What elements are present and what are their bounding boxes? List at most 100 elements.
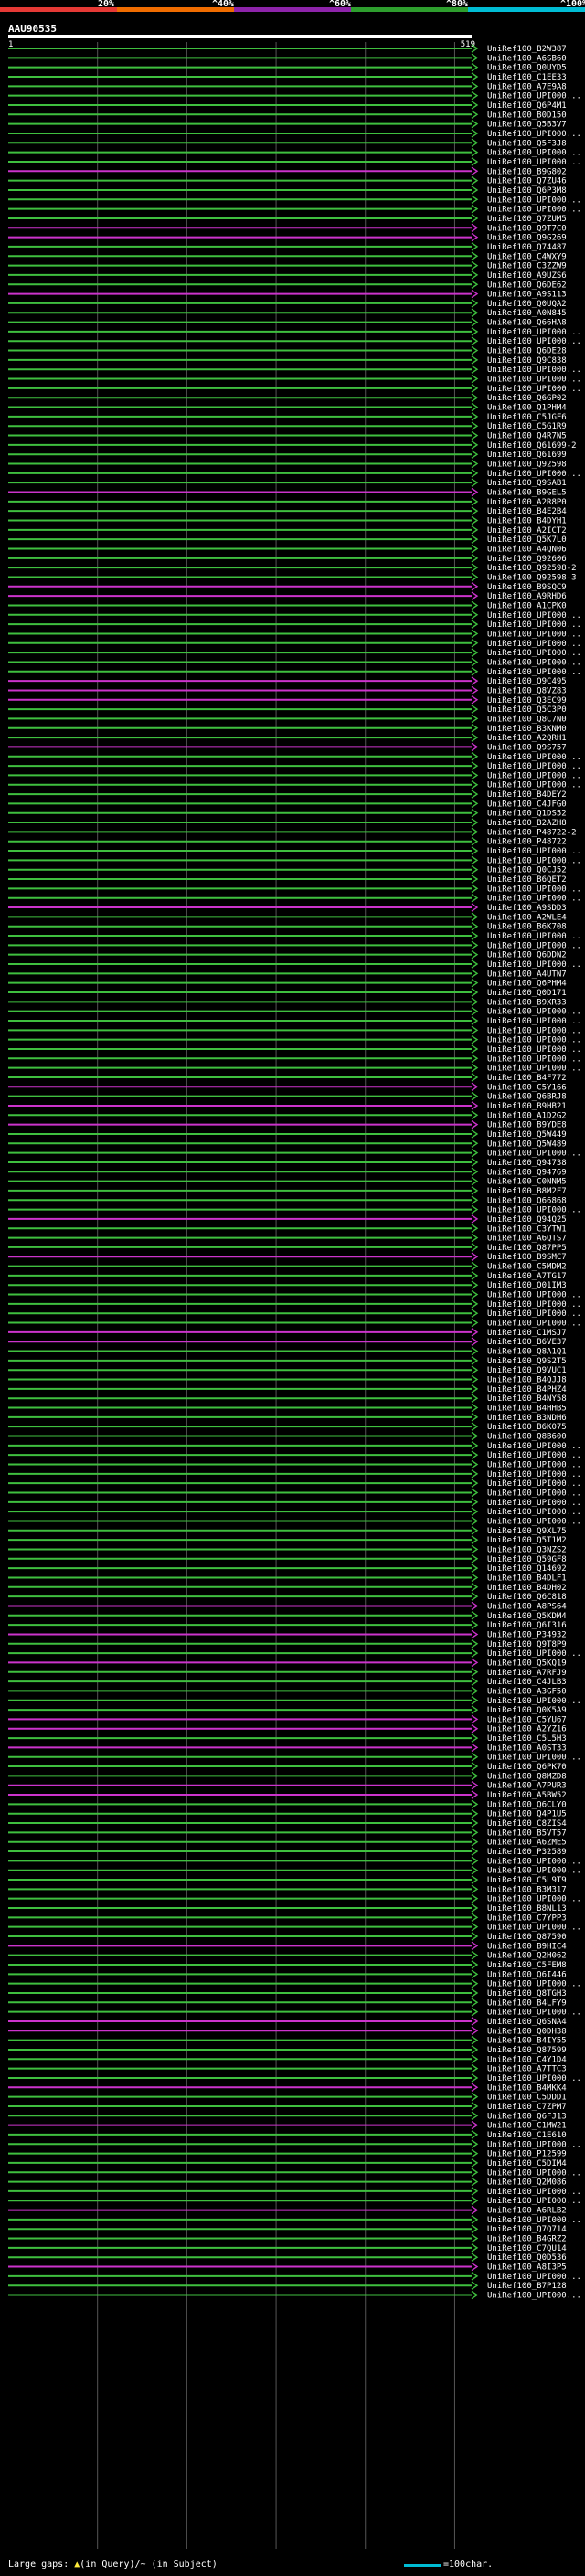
hit-label[interactable]: UniRef100_UPI000...	[487, 385, 581, 394]
hit-label[interactable]: UniRef100_A5BW52	[487, 1791, 567, 1800]
hit-label[interactable]: UniRef100_Q61699	[487, 451, 567, 460]
hit-label[interactable]: UniRef100_Q0D536	[487, 2253, 567, 2263]
hit-label[interactable]: UniRef100_C0NNM5	[487, 1178, 567, 1187]
hit-label[interactable]: UniRef100_Q6CLY0	[487, 1800, 567, 1809]
hit-label[interactable]: UniRef100_C5MDM2	[487, 1263, 567, 1272]
hit-label[interactable]: UniRef100_P48722	[487, 838, 567, 847]
hit-label[interactable]: UniRef100_A6RLB2	[487, 2207, 567, 2216]
hit-label[interactable]: UniRef100_B4DYH1	[487, 517, 567, 526]
hit-label[interactable]: UniRef100_UPI000...	[487, 376, 581, 385]
hit-label[interactable]: UniRef100_UPI000...	[487, 1895, 581, 1904]
hit-label[interactable]: UniRef100_B6VE37	[487, 1338, 567, 1347]
hit-label[interactable]: UniRef100_Q0UYD5	[487, 64, 567, 73]
hit-label[interactable]: UniRef100_UPI000...	[487, 762, 581, 771]
hit-label[interactable]: UniRef100_UPI000...	[487, 1309, 581, 1319]
hit-label[interactable]: UniRef100_B4F772	[487, 1074, 567, 1083]
hit-label[interactable]: UniRef100_UPI000...	[487, 1451, 581, 1460]
hit-label[interactable]: UniRef100_UPI000...	[487, 1008, 581, 1017]
hit-label[interactable]: UniRef100_B4IY55	[487, 2037, 567, 2046]
hit-label[interactable]: UniRef100_UPI000...	[487, 941, 581, 950]
hit-label[interactable]: UniRef100_Q5T1M2	[487, 1536, 567, 1545]
hit-label[interactable]: UniRef100_UPI000...	[487, 1036, 581, 1045]
hit-label[interactable]: UniRef100_UPI000...	[487, 149, 581, 158]
hit-label[interactable]: UniRef100_B2AZH8	[487, 819, 567, 828]
hit-label[interactable]: UniRef100_UPI000...	[487, 932, 581, 941]
hit-label[interactable]: UniRef100_P48722-2	[487, 828, 577, 837]
hit-label[interactable]: UniRef100_B4DEY2	[487, 790, 567, 800]
hit-label[interactable]: UniRef100_Q6DDN2	[487, 951, 567, 960]
hit-label[interactable]: UniRef100_Q5W489	[487, 1140, 567, 1149]
hit-label[interactable]: UniRef100_A0N845	[487, 309, 567, 318]
hit-label[interactable]: UniRef100_Q8TGH3	[487, 1989, 567, 1998]
hit-label[interactable]: UniRef100_UPI000...	[487, 1924, 581, 1933]
hit-label[interactable]: UniRef100_Q0DH38	[487, 2027, 567, 2036]
hit-label[interactable]: UniRef100_B9HB21	[487, 1102, 567, 1111]
hit-label[interactable]: UniRef100_UPI000...	[487, 640, 581, 649]
hit-label[interactable]: UniRef100_UPI000...	[487, 781, 581, 790]
hit-label[interactable]: UniRef100_Q2M086	[487, 2178, 567, 2188]
hit-label[interactable]: UniRef100_Q6BRJ8	[487, 1093, 567, 1102]
hit-label[interactable]: UniRef100_Q14692	[487, 1564, 567, 1574]
hit-label[interactable]: UniRef100_B9YDE8	[487, 1121, 567, 1130]
hit-label[interactable]: UniRef100_UPI000...	[487, 2216, 581, 2225]
hit-label[interactable]: UniRef100_C4JFG0	[487, 800, 567, 809]
hit-label[interactable]: UniRef100_A6QTS7	[487, 1235, 567, 1244]
hit-label[interactable]: UniRef100_C5L9T9	[487, 1876, 567, 1885]
hit-label[interactable]: UniRef100_UPI000...	[487, 2168, 581, 2178]
hit-label[interactable]: UniRef100_B4NY58	[487, 1394, 567, 1404]
hit-label[interactable]: UniRef100_Q9VUC1	[487, 1366, 567, 1375]
hit-label[interactable]: UniRef100_Q92598-2	[487, 564, 577, 573]
hit-label[interactable]: UniRef100_C1MSJ7	[487, 1329, 567, 1338]
hit-label[interactable]: UniRef100_UPI000...	[487, 2188, 581, 2197]
hit-label[interactable]: UniRef100_UPI000...	[487, 611, 581, 620]
hit-label[interactable]: UniRef100_Q1PHM4	[487, 404, 567, 413]
hit-label[interactable]: UniRef100_B5VT57	[487, 1829, 567, 1838]
hit-label[interactable]: UniRef100_C5G1R9	[487, 422, 567, 431]
hit-label[interactable]: UniRef100_A2ICT2	[487, 526, 567, 535]
hit-label[interactable]: UniRef100_UPI000...	[487, 1489, 581, 1498]
hit-label[interactable]: UniRef100_Q5B3V7	[487, 121, 567, 130]
hit-label[interactable]: UniRef100_A7E9A8	[487, 82, 567, 91]
hit-label[interactable]: UniRef100_Q87590	[487, 1933, 567, 1942]
hit-label[interactable]: UniRef100_C7ZPM7	[487, 2103, 567, 2112]
hit-label[interactable]: UniRef100_Q6DE62	[487, 281, 567, 290]
hit-label[interactable]: UniRef100_B9SQC9	[487, 583, 567, 592]
hit-label[interactable]: UniRef100_UPI000...	[487, 1508, 581, 1517]
hit-label[interactable]: UniRef100_Q6P4M1	[487, 101, 567, 111]
hit-label[interactable]: UniRef100_Q5C3P0	[487, 705, 567, 715]
hit-label[interactable]: UniRef100_Q8C7N0	[487, 715, 567, 724]
hit-label[interactable]: UniRef100_C7QU14	[487, 2244, 567, 2253]
hit-label[interactable]: UniRef100_Q87599	[487, 2046, 567, 2055]
hit-label[interactable]: UniRef100_A0ST33	[487, 1744, 567, 1753]
hit-label[interactable]: UniRef100_B4E2B4	[487, 507, 567, 516]
hit-label[interactable]: UniRef100_A2QRH1	[487, 734, 567, 743]
hit-label[interactable]: UniRef100_B3M317	[487, 1885, 567, 1894]
hit-label[interactable]: UniRef100_C5FEM8	[487, 1961, 567, 1970]
hit-label[interactable]: UniRef100_A4UTN7	[487, 970, 567, 979]
hit-label[interactable]: UniRef100_B8M2F7	[487, 1187, 567, 1196]
hit-label[interactable]: UniRef100_Q7Q714	[487, 2225, 567, 2234]
hit-label[interactable]: UniRef100_B9XR33	[487, 998, 567, 1007]
hit-label[interactable]: UniRef100_UPI000...	[487, 1150, 581, 1159]
hit-label[interactable]: UniRef100_B4QJJ8	[487, 1376, 567, 1385]
hit-label[interactable]: UniRef100_UPI000...	[487, 1697, 581, 1706]
hit-label[interactable]: UniRef100_Q61699-2	[487, 441, 577, 451]
hit-label[interactable]: UniRef100_Q87PP5	[487, 1244, 567, 1253]
hit-label[interactable]: UniRef100_Q92598	[487, 461, 567, 470]
hit-label[interactable]: UniRef100_Q5W449	[487, 1130, 567, 1140]
hit-label[interactable]: UniRef100_Q9SAB1	[487, 479, 567, 488]
hit-label[interactable]: UniRef100_Q94769	[487, 1168, 567, 1177]
hit-label[interactable]: UniRef100_C7YPP3	[487, 1913, 567, 1923]
hit-label[interactable]: UniRef100_Q2H062	[487, 1952, 567, 1961]
hit-label[interactable]: UniRef100_UPI000...	[487, 158, 581, 167]
hit-label[interactable]: UniRef100_UPI000...	[487, 856, 581, 865]
hit-label[interactable]: UniRef100_B9HIC4	[487, 1942, 567, 1951]
hit-label[interactable]: UniRef100_C5Y166	[487, 1083, 567, 1092]
hit-label[interactable]: UniRef100_UPI000...	[487, 895, 581, 904]
hit-label[interactable]: UniRef100_C5DIM4	[487, 2159, 567, 2168]
hit-label[interactable]: UniRef100_Q6I446	[487, 1970, 567, 1979]
hit-label[interactable]: UniRef100_Q3NZS2	[487, 1545, 567, 1554]
hit-label[interactable]: UniRef100_UPI000...	[487, 1026, 581, 1035]
hit-label[interactable]: UniRef100_A4QN06	[487, 545, 567, 554]
hit-label[interactable]: UniRef100_Q9S757	[487, 743, 567, 752]
